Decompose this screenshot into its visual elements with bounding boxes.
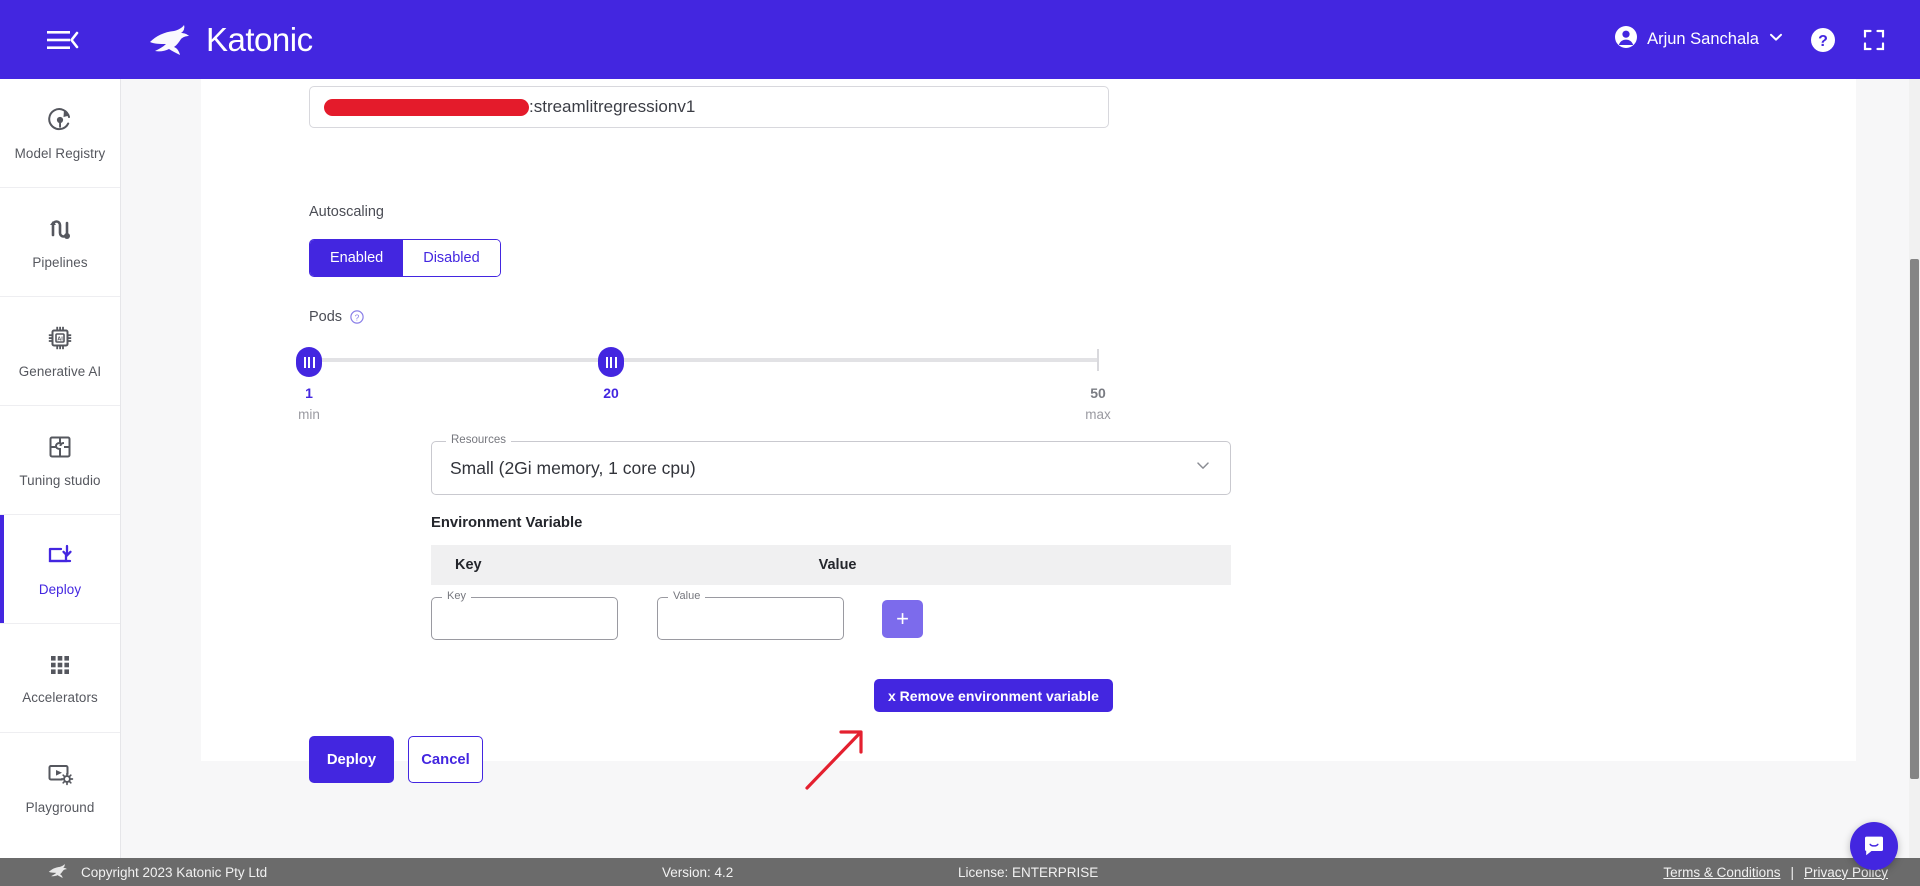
image-name-field[interactable]: :streamlitregressionv1 [309, 86, 1109, 128]
environment-variable-table-header: Key Value [431, 545, 1231, 585]
footer-links: Terms & Conditions | Privacy Policy [1663, 865, 1888, 880]
avatar-icon [1614, 25, 1638, 54]
slider-min-value: 1 [305, 385, 313, 401]
pods-label: Pods [309, 309, 343, 325]
brand-logo[interactable]: Katonic [144, 21, 313, 59]
fullscreen-expand-icon[interactable] [1862, 28, 1886, 52]
column-header-value: Value [818, 557, 857, 573]
sidebar-item-label: Playground [25, 800, 95, 815]
playground-media-gear-icon [46, 760, 74, 793]
sidebar-item-label: Generative AI [18, 363, 102, 379]
user-name-label: Arjun Sanchala [1647, 30, 1759, 48]
chat-bubble-icon[interactable] [1850, 822, 1898, 870]
page-scrollbar-thumb[interactable] [1910, 259, 1919, 779]
slider-current-value: 20 [603, 385, 619, 401]
footer-bar: Copyright 2023 Katonic Pty Ltd Version: … [0, 858, 1920, 886]
slider-thumb-min[interactable] [296, 347, 322, 377]
sidebar-item-model-registry[interactable]: Model Registry [0, 79, 120, 188]
env-value-input-wrapper: Value [657, 590, 844, 640]
hamburger-collapse-icon[interactable] [42, 25, 84, 55]
slider-min-caption: min [298, 407, 320, 422]
image-name-text: :streamlitregressionv1 [529, 97, 696, 116]
puzzle-tuning-icon [46, 433, 74, 466]
deploy-download-icon [46, 542, 74, 575]
svg-text:?: ? [355, 312, 360, 322]
sidebar-item-pipelines[interactable]: Pipelines [0, 188, 120, 297]
kangaroo-logo-icon [46, 862, 72, 883]
sidebar-item-label: Deploy [38, 581, 82, 597]
environment-variable-section-label: Environment Variable [431, 515, 583, 531]
sidebar-item-label: Pipelines [32, 254, 88, 270]
env-value-input[interactable] [658, 598, 843, 639]
slider-max-caption: max [1085, 407, 1111, 422]
sidebar-item-label: Tuning studio [19, 472, 101, 488]
autoscaling-enabled-button[interactable]: Enabled [310, 240, 404, 276]
env-key-legend: Key [442, 590, 471, 602]
sidebar-item-label: Accelerators [22, 689, 98, 705]
accelerators-grid-icon [47, 652, 73, 683]
left-sidebar-nav: Model Registry Pipelines AI Generative A… [0, 79, 121, 858]
question-circle-icon[interactable]: ? [1810, 27, 1836, 53]
help-circle-icon[interactable]: ? [350, 310, 364, 324]
generative-ai-chip-icon: AI [46, 324, 74, 357]
deploy-form-card: :streamlitregressionv1 Autoscaling Enabl… [201, 79, 1856, 790]
column-header-key: Key [455, 557, 482, 573]
sidebar-item-tuning-studio[interactable]: Tuning studio [0, 406, 120, 515]
add-environment-variable-button[interactable]: + [882, 600, 923, 638]
model-registry-icon [46, 106, 74, 139]
chevron-down-icon [1194, 457, 1212, 480]
sidebar-item-deploy[interactable]: Deploy [0, 515, 120, 624]
pipelines-icon [46, 215, 74, 248]
footer-version-text: Version: 4.2 [662, 864, 734, 880]
env-key-input[interactable] [432, 598, 617, 639]
autoscaling-label: Autoscaling [309, 204, 384, 220]
sidebar-item-generative-ai[interactable]: AI Generative AI [0, 297, 120, 406]
slider-max-value: 50 [1090, 385, 1106, 401]
application-root: Katonic Arjun Sanchala ? Model Registry … [0, 0, 1920, 886]
env-key-input-wrapper: Key [431, 590, 618, 640]
slider-max-tick [1097, 349, 1099, 371]
autoscaling-toggle-group: Enabled Disabled [309, 239, 501, 277]
pods-label-row: Pods ? [309, 309, 364, 325]
user-account-menu[interactable]: Arjun Sanchala [1614, 25, 1784, 54]
footer-copyright-group: Copyright 2023 Katonic Pty Ltd [46, 862, 267, 883]
slider-thumb-current[interactable] [598, 347, 624, 377]
top-header-bar: Katonic Arjun Sanchala ? [0, 0, 1920, 79]
redaction-bar [324, 98, 529, 116]
resources-selected-value: Small (2Gi memory, 1 core cpu) [450, 457, 696, 478]
chevron-down-icon [1768, 29, 1784, 50]
page-scrollbar-track[interactable] [1909, 79, 1920, 858]
kangaroo-logo-icon [150, 24, 189, 55]
svg-text:AI: AI [57, 336, 63, 342]
env-value-legend: Value [668, 590, 706, 602]
resources-select[interactable]: Resources Small (2Gi memory, 1 core cpu) [431, 434, 1231, 495]
sidebar-item-label: Model Registry [14, 145, 106, 161]
cancel-button[interactable]: Cancel [408, 736, 483, 783]
main-content-area: :streamlitregressionv1 Autoscaling Enabl… [121, 79, 1920, 858]
footer-license-text: License: ENTERPRISE [958, 864, 1099, 880]
resources-legend: Resources [446, 434, 511, 446]
brand-name: Katonic [206, 20, 313, 58]
terms-and-conditions-link[interactable]: Terms & Conditions [1663, 865, 1780, 880]
remove-environment-variable-button[interactable]: x Remove environment variable [874, 679, 1113, 712]
autoscaling-disabled-button[interactable]: Disabled [403, 240, 500, 276]
sidebar-item-accelerators[interactable]: Accelerators [0, 624, 120, 733]
slider-track [309, 358, 1099, 362]
svg-text:?: ? [1818, 33, 1828, 50]
sidebar-item-playground[interactable]: Playground [0, 733, 120, 842]
footer-copyright-text: Copyright 2023 Katonic Pty Ltd [81, 864, 268, 880]
footer-link-separator: | [1790, 864, 1794, 880]
deploy-button[interactable]: Deploy [309, 736, 394, 783]
header-actions: Arjun Sanchala ? [1614, 25, 1886, 54]
annotation-arrow-icon [801, 724, 871, 799]
